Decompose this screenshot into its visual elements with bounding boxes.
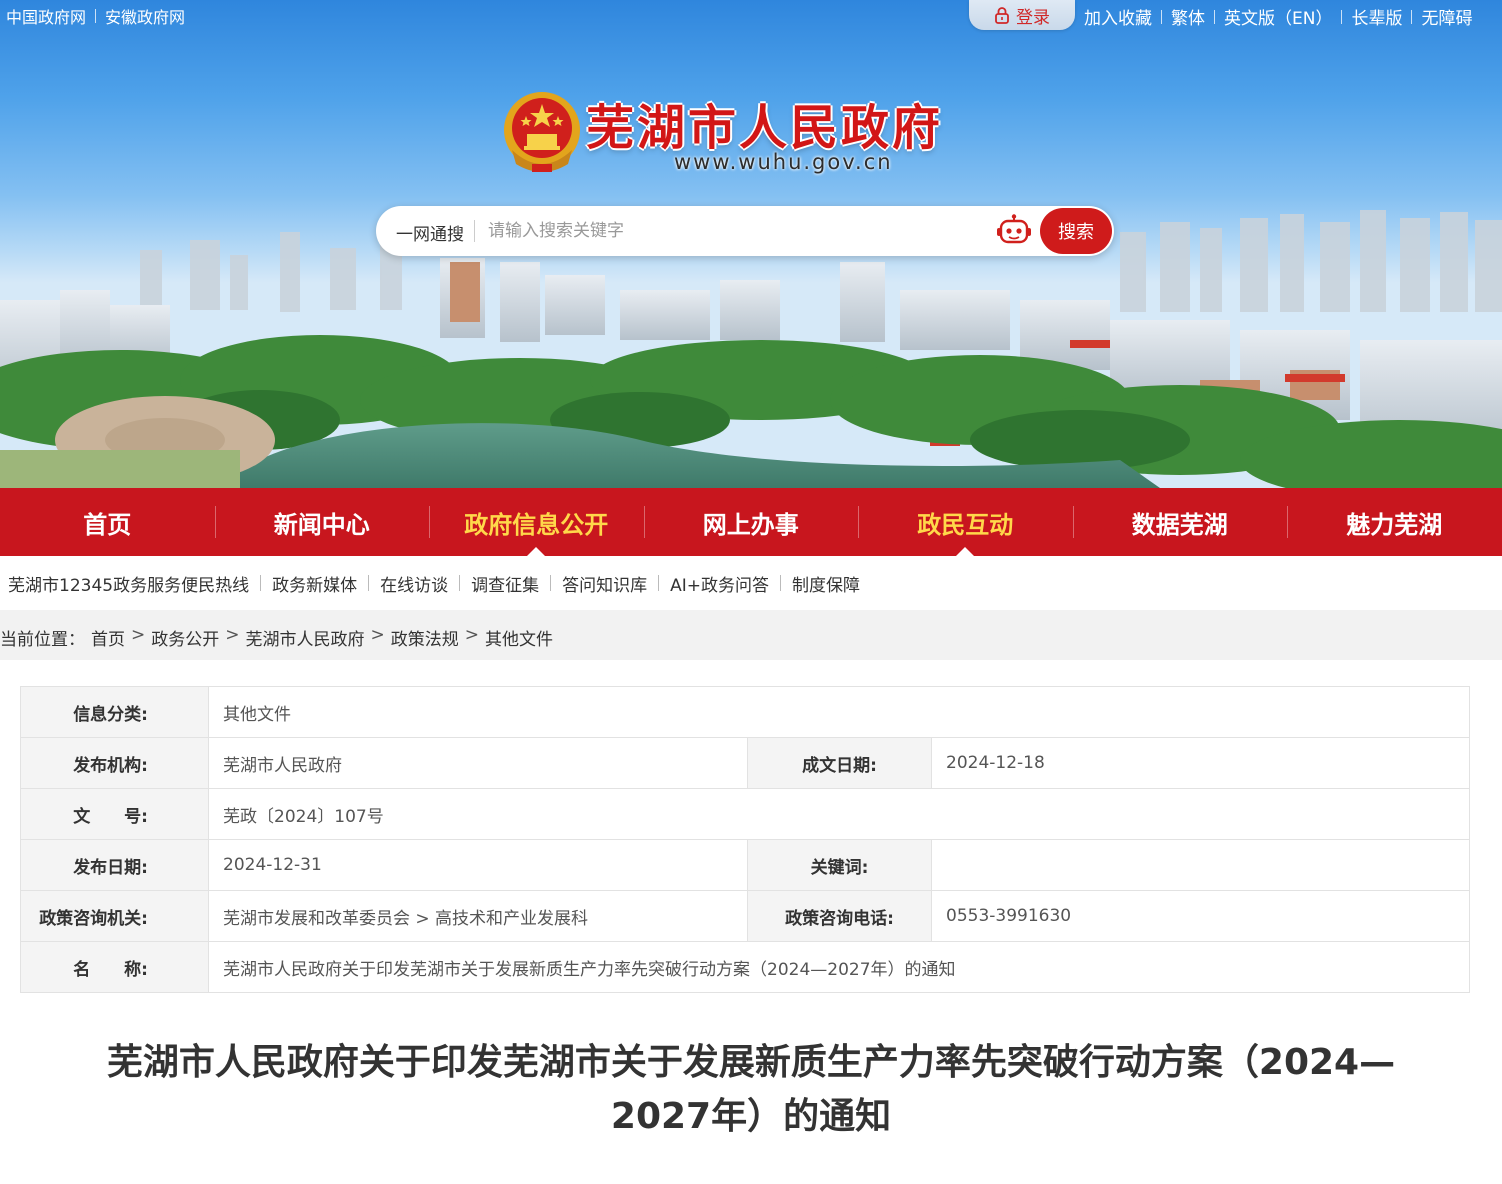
robot-icon[interactable] [996, 214, 1032, 248]
divider [550, 575, 552, 591]
sub-nav: 芜湖市12345政务服务便民热线 政务新媒体 在线访谈 调查征集 答问知识库 A… [0, 556, 1502, 610]
subnav-item-new-media[interactable]: 政务新媒体 [272, 571, 357, 596]
meta-consult-org-label: 政策咨询机关: [20, 890, 209, 942]
meta-name-label: 名 称: [20, 941, 209, 993]
meta-written-date-value: 2024-12-18 [931, 737, 1470, 789]
nav-news-center[interactable]: 新闻中心 [214, 488, 430, 556]
lock-icon [995, 7, 1009, 24]
subnav-item-12345-hotline[interactable]: 芜湖市12345政务服务便民热线 [8, 571, 249, 596]
utility-links: 加入收藏 繁体 英文版（EN） 长辈版 无障碍 [1084, 4, 1472, 29]
nav-charm-wuhu[interactable]: 魅力芜湖 [1287, 488, 1502, 556]
nav-online-services[interactable]: 网上办事 [643, 488, 859, 556]
meta-keywords-value [931, 839, 1470, 891]
meta-keywords-label: 关键词: [747, 839, 932, 891]
site-title: 芜湖市人民政府 [586, 100, 944, 156]
subnav-item-institutional-guarantee[interactable]: 制度保障 [792, 571, 860, 596]
meta-consult-org-value: 芜湖市发展和改革委员会 > 高技术和产业发展科 [208, 890, 748, 942]
divider [1214, 9, 1215, 24]
table-row: 发布机构: 芜湖市人民政府 成文日期: 2024-12-18 [20, 737, 1470, 789]
link-traditional-chinese[interactable]: 繁体 [1171, 4, 1205, 29]
breadcrumb-separator: > [370, 625, 385, 645]
subnav-item-online-interview[interactable]: 在线访谈 [380, 571, 448, 596]
subnav-item-knowledge-base[interactable]: 答问知识库 [562, 571, 647, 596]
top-utility-bar: 中国政府网 安徽政府网 登录 加入收藏 繁体 英文版（EN） 长辈版 无障碍 [0, 0, 1502, 30]
meta-consult-phone-value: 0553-3991630 [931, 890, 1470, 942]
meta-publish-date-label: 发布日期: [20, 839, 209, 891]
divider [260, 575, 262, 591]
divider [1161, 9, 1162, 24]
breadcrumb: 当前位置： 首页 > 政务公开 > 芜湖市人民政府 > 政策法规 > 其他文件 [0, 625, 553, 650]
link-anhui-gov[interactable]: 安徽政府网 [105, 4, 185, 28]
document-meta-table: 信息分类: 其他文件 发布机构: 芜湖市人民政府 成文日期: 2024-12-1… [20, 686, 1470, 993]
link-elder-version[interactable]: 长辈版 [1351, 4, 1402, 29]
breadcrumb-bar: 当前位置： 首页 > 政务公开 > 芜湖市人民政府 > 政策法规 > 其他文件 [0, 610, 1502, 660]
gov-links: 中国政府网 安徽政府网 [6, 4, 185, 28]
breadcrumb-separator: > [225, 625, 240, 645]
meta-publish-date-value: 2024-12-31 [208, 839, 748, 891]
divider [1411, 9, 1413, 24]
national-emblem-icon [504, 92, 580, 172]
breadcrumb-separator: > [464, 625, 479, 645]
divider [658, 575, 660, 591]
link-central-gov[interactable]: 中国政府网 [6, 4, 86, 28]
search-button[interactable]: 搜索 [1040, 208, 1112, 254]
meta-consult-phone-label: 政策咨询电话: [747, 890, 932, 942]
meta-doc-no-label: 文 号: [20, 788, 209, 840]
nav-data-wuhu[interactable]: 数据芜湖 [1072, 488, 1288, 556]
breadcrumb-item-policies[interactable]: 政策法规 [391, 625, 459, 650]
subnav-item-survey[interactable]: 调查征集 [471, 571, 539, 596]
meta-issuer-label: 发布机构: [20, 737, 209, 789]
meta-written-date-label: 成文日期: [747, 737, 932, 789]
breadcrumb-separator: > [131, 625, 146, 645]
meta-issuer-value: 芜湖市人民政府 [208, 737, 748, 789]
search-bar: 一网通搜 搜索 [376, 206, 1114, 256]
login-label: 登录 [1016, 7, 1050, 28]
divider [1341, 9, 1343, 24]
table-row: 发布日期: 2024-12-31 关键词: [20, 839, 1470, 891]
divider [459, 575, 461, 591]
main-nav: 首页 新闻中心 政府信息公开 网上办事 政民互动 数据芜湖 魅力芜湖 [0, 488, 1502, 556]
article-title: 芜湖市人民政府关于印发芜湖市关于发展新质生产力率先突破行动方案（2024—202… [106, 1042, 1396, 1137]
search-scope-label[interactable]: 一网通搜 [396, 220, 464, 245]
nav-gov-info-disclosure[interactable]: 政府信息公开 [429, 488, 644, 556]
meta-category-label: 信息分类: [20, 686, 209, 738]
divider [368, 575, 370, 591]
site-header: 中国政府网 安徽政府网 登录 加入收藏 繁体 英文版（EN） 长辈版 无障碍 芜… [0, 0, 1502, 488]
login-button[interactable]: 登录 [969, 0, 1075, 30]
breadcrumb-item-gov-affairs[interactable]: 政务公开 [151, 625, 219, 650]
link-accessibility[interactable]: 无障碍 [1421, 4, 1472, 29]
meta-doc-no-value: 芜政〔2024〕107号 [208, 788, 1470, 840]
breadcrumb-item-home[interactable]: 首页 [91, 625, 125, 650]
breadcrumb-item-city-gov[interactable]: 芜湖市人民政府 [246, 625, 365, 650]
site-logo[interactable]: 芜湖市人民政府 www.wuhu.gov.cn [502, 88, 1002, 180]
subnav-item-ai-qa[interactable]: AI+政务问答 [670, 571, 769, 596]
divider [95, 9, 97, 23]
divider [474, 220, 475, 242]
meta-name-value: 芜湖市人民政府关于印发芜湖市关于发展新质生产力率先突破行动方案（2024—202… [208, 941, 1470, 993]
divider [779, 575, 781, 591]
breadcrumb-item-other-docs[interactable]: 其他文件 [485, 625, 553, 650]
table-row: 政策咨询机关: 芜湖市发展和改革委员会 > 高技术和产业发展科 政策咨询电话: … [20, 890, 1470, 942]
search-input[interactable] [488, 216, 988, 246]
nav-gov-citizen-interaction[interactable]: 政民互动 [858, 488, 1073, 556]
link-english-version[interactable]: 英文版（EN） [1224, 4, 1332, 29]
meta-category-value: 其他文件 [208, 686, 1470, 738]
table-row: 信息分类: 其他文件 [20, 686, 1470, 738]
table-row: 文 号: 芜政〔2024〕107号 [20, 788, 1470, 840]
link-add-favorite[interactable]: 加入收藏 [1084, 4, 1152, 29]
site-url: www.wuhu.gov.cn [674, 150, 893, 174]
table-row: 名 称: 芜湖市人民政府关于印发芜湖市关于发展新质生产力率先突破行动方案（202… [20, 941, 1470, 993]
breadcrumb-prefix: 当前位置： [0, 630, 85, 650]
nav-home[interactable]: 首页 [0, 488, 215, 556]
